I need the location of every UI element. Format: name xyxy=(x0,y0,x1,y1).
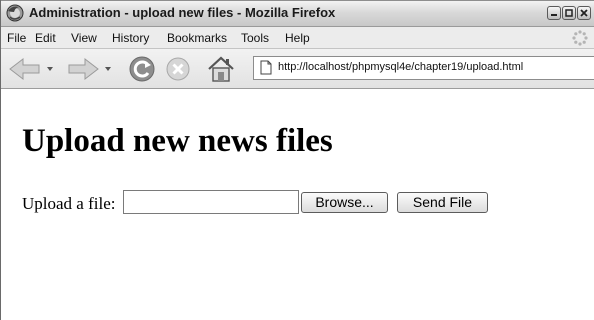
menu-help[interactable]: Help xyxy=(285,31,310,45)
close-icon[interactable] xyxy=(577,6,591,20)
menu-edit[interactable]: Edit xyxy=(35,31,56,45)
window-controls xyxy=(547,6,591,20)
page-heading: Upload new news files xyxy=(22,123,333,159)
title-bar: Administration - upload new files - Mozi… xyxy=(1,0,594,27)
firefox-icon xyxy=(6,4,24,22)
reload-icon[interactable] xyxy=(128,55,156,88)
window-title: Administration - upload new files - Mozi… xyxy=(29,5,336,20)
menu-view[interactable]: View xyxy=(71,31,97,45)
back-arrow-icon[interactable] xyxy=(7,56,59,87)
menu-tools[interactable]: Tools xyxy=(241,31,269,45)
page-icon xyxy=(260,60,272,80)
menu-bookmarks[interactable]: Bookmarks xyxy=(167,31,227,45)
menu-history[interactable]: History xyxy=(112,31,149,45)
page-content: Upload new news files Upload a file: Bro… xyxy=(1,89,594,320)
maximize-icon[interactable] xyxy=(562,6,576,20)
send-file-button[interactable]: Send File xyxy=(397,192,488,213)
stop-icon[interactable] xyxy=(165,56,191,87)
navigation-toolbar: http://localhost/phpmysql4e/chapter19/up… xyxy=(1,49,594,89)
file-path-input[interactable] xyxy=(123,190,299,214)
minimize-icon[interactable] xyxy=(547,6,561,20)
menu-bar: File Edit View History Bookmarks Tools H… xyxy=(1,27,594,49)
throbber-icon xyxy=(571,29,589,47)
url-bar[interactable]: http://localhost/phpmysql4e/chapter19/up… xyxy=(253,56,594,80)
browser-window: Administration - upload new files - Mozi… xyxy=(0,0,594,320)
browse-button[interactable]: Browse... xyxy=(301,192,388,213)
home-icon[interactable] xyxy=(206,55,236,88)
upload-label: Upload a file: xyxy=(22,194,116,213)
menu-file[interactable]: File xyxy=(7,31,26,45)
url-text: http://localhost/phpmysql4e/chapter19/up… xyxy=(278,61,524,73)
forward-arrow-icon[interactable] xyxy=(65,56,117,87)
